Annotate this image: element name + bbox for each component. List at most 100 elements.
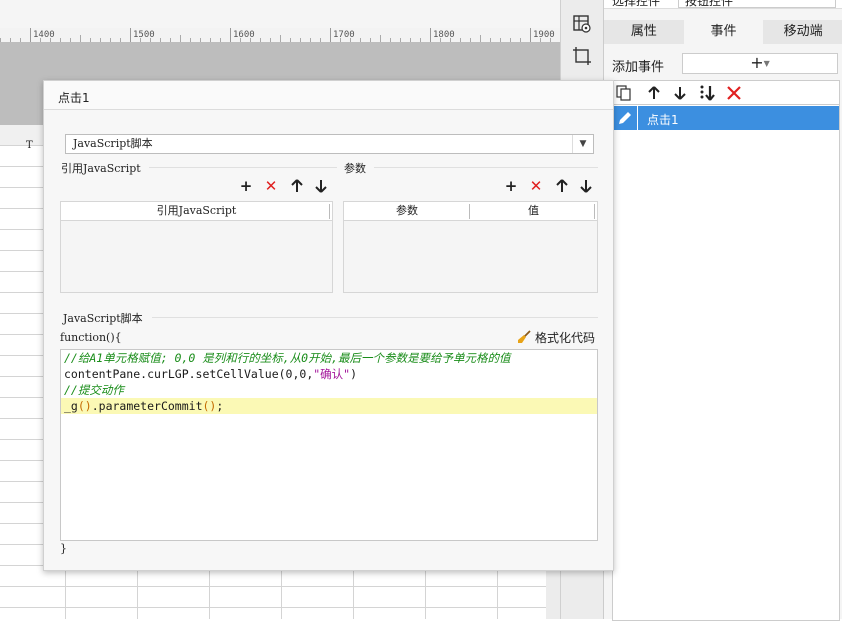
- dialog-title: 点击1: [58, 91, 90, 105]
- function-open-label: function(){: [60, 331, 122, 344]
- dialog-title-bar: 点击1: [44, 81, 613, 110]
- event-type-value: JavaScript脚本: [73, 137, 153, 150]
- param-move-down-icon[interactable]: [579, 178, 593, 194]
- ruler-minor-tick: [70, 38, 71, 42]
- top-toolbar-strip: [0, 0, 560, 29]
- ruler-tick: 1400: [33, 30, 55, 40]
- grid-row-line: [0, 607, 546, 608]
- ruler-minor-tick: [550, 38, 551, 42]
- ref-js-table-header[interactable]: 引用JavaScript: [61, 202, 332, 221]
- event-list-toolbar: [612, 80, 840, 105]
- code-paren-token: (): [202, 399, 217, 413]
- delete-icon[interactable]: [726, 85, 742, 101]
- section-divider: [374, 167, 598, 168]
- tab-mobile[interactable]: 移动端: [763, 20, 842, 44]
- ruler-minor-tick: [140, 38, 141, 42]
- ruler-minor-tick: [370, 38, 371, 42]
- add-event-row: 添加事件 +▼: [612, 53, 838, 75]
- widget-select[interactable]: 按钮控件: [678, 0, 836, 8]
- widget-select-label: 选择控件: [612, 0, 661, 8]
- ruler-minor-tick: [400, 38, 401, 42]
- ruler-minor-tick: [160, 38, 161, 42]
- ruler-minor-tick: [310, 38, 311, 42]
- add-event-button[interactable]: +▼: [682, 53, 838, 74]
- ruler-minor-tick: [20, 38, 21, 42]
- ruler-minor-tick: [250, 38, 251, 42]
- code-editor[interactable]: //给A1单元格赋值; 0,0 是列和行的坐标,从0开始,最后一个参数是要给予单…: [60, 349, 598, 541]
- section-divider: [149, 167, 337, 168]
- code-line-highlighted: _g().parameterCommit();: [61, 398, 597, 414]
- code-token: ;: [216, 399, 224, 413]
- column-divider: [329, 204, 330, 219]
- edit-pencil-icon[interactable]: [613, 106, 638, 130]
- param-name-header[interactable]: 参数: [344, 202, 470, 221]
- param-table: 参数 值: [343, 201, 598, 293]
- ruler-minor-tick: [320, 38, 321, 42]
- ruler-minor-tick: [190, 38, 191, 42]
- param-add-icon[interactable]: +: [504, 179, 518, 194]
- ruler-tick: 1600: [233, 30, 255, 40]
- ruler-minor-tick: [470, 38, 471, 42]
- code-token: contentPane.curLGP.setCellValue(0,0,: [64, 367, 314, 381]
- ruler-minor-tick: [490, 38, 491, 42]
- ref-delete-icon[interactable]: ✕: [264, 179, 278, 194]
- format-code-label: 格式化代码: [535, 331, 596, 345]
- crop-frame-icon[interactable]: [572, 46, 592, 66]
- ruler-minor-tick: [170, 38, 171, 42]
- ref-add-icon[interactable]: +: [239, 179, 253, 194]
- tab-attributes[interactable]: 属性: [604, 20, 684, 44]
- code-string-token: "确认": [313, 367, 351, 381]
- event-type-select[interactable]: JavaScript脚本 ▼: [65, 134, 594, 154]
- ruler-minor-tick: [90, 38, 91, 42]
- ruler-minor-tick: [420, 38, 421, 42]
- ruler-minor-tick: [260, 38, 261, 42]
- ruler-minor-tick: [240, 38, 241, 42]
- param-value-header[interactable]: 值: [470, 202, 597, 221]
- copy-icon[interactable]: [616, 85, 632, 101]
- ruler-minor-tick: [200, 38, 201, 42]
- arrow-up-icon[interactable]: [646, 85, 662, 101]
- ruler-minor-tick: [340, 38, 341, 42]
- ruler-minor-tick: [350, 38, 351, 42]
- ruler-minor-tick: [380, 35, 381, 42]
- event-edit-dialog: 点击1 JavaScript脚本 ▼ 引用JavaScript + ✕ 引用Ja…: [43, 80, 614, 571]
- chevron-down-icon: ▼: [763, 59, 770, 68]
- code-token: ): [350, 367, 358, 381]
- column-divider: [594, 204, 595, 219]
- code-line: //给A1单元格赋值; 0,0 是列和行的坐标,从0开始,最后一个参数是要给予单…: [64, 351, 511, 365]
- widget-select-row: 选择控件 按钮控件: [604, 0, 842, 9]
- arrow-down-icon[interactable]: [672, 85, 688, 101]
- ruler-minor-tick: [360, 38, 361, 42]
- code-line: contentPane.curLGP.setCellValue(0,0,"确认"…: [61, 366, 597, 382]
- ref-js-table: 引用JavaScript: [60, 201, 333, 293]
- move-to-bottom-icon[interactable]: [698, 84, 716, 102]
- format-code-button[interactable]: 格式化代码: [517, 329, 595, 346]
- ruler-minor-tick: [80, 35, 81, 42]
- event-list-item[interactable]: 点击1: [613, 106, 839, 130]
- ruler-minor-tick: [60, 38, 61, 42]
- code-token: .parameterCommit: [91, 399, 203, 413]
- function-close-label: }: [60, 542, 67, 555]
- code-line: //提交动作: [64, 383, 124, 397]
- ref-move-up-icon[interactable]: [290, 178, 304, 194]
- ruler-minor-tick: [440, 38, 441, 42]
- ruler-minor-tick: [100, 38, 101, 42]
- code-paren-token: (): [77, 399, 92, 413]
- tab-events[interactable]: 事件: [683, 20, 764, 44]
- ruler-minor-tick: [540, 38, 541, 42]
- grid-settings-icon[interactable]: [572, 14, 592, 34]
- ref-move-down-icon[interactable]: [314, 178, 328, 194]
- ruler-minor-tick: [10, 38, 11, 42]
- param-section-label: 参数: [344, 162, 366, 175]
- param-delete-icon[interactable]: ✕: [529, 179, 543, 194]
- grid-row-line: [0, 586, 546, 587]
- ruler-minor-tick: [0, 38, 1, 42]
- ruler-tick: 1800: [433, 30, 455, 40]
- ruler-minor-tick: [120, 38, 121, 42]
- panel-tabs: 属性 事件 移动端: [604, 20, 842, 44]
- ruler-minor-tick: [290, 38, 291, 42]
- param-move-up-icon[interactable]: [555, 178, 569, 194]
- ruler-minor-tick: [220, 38, 221, 42]
- ruler-minor-tick: [150, 38, 151, 42]
- ref-js-section-label: 引用JavaScript: [61, 162, 141, 175]
